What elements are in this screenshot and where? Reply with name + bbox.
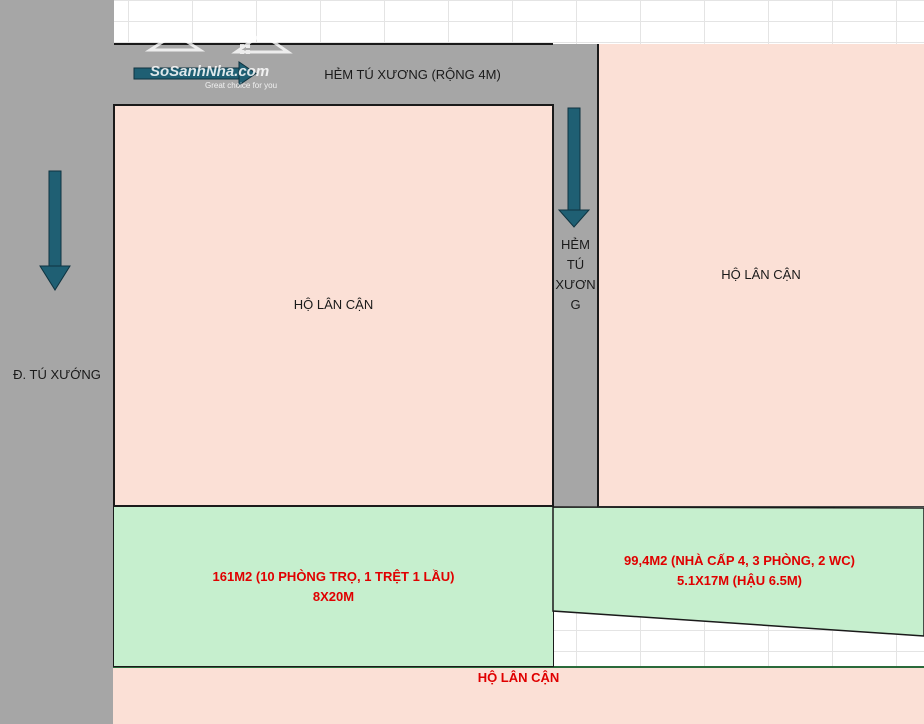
- main-road-label: Đ. TÚ XƯỚNG: [13, 367, 101, 382]
- side-alley-label-line: HẺM: [561, 237, 590, 252]
- side-alley-arrow: [557, 107, 591, 228]
- lot-left-dimensions: 8X20M: [312, 589, 355, 604]
- site-plan-canvas: SoSanhNha.com Great choice for you Đ. TÚ…: [0, 0, 924, 724]
- lot-right-area: 99,4M2 (NHÀ CẤP 4, 3 PHÒNG, 2 WC): [624, 553, 855, 568]
- top-alley-label: HẺM TÚ XƯƠNG (RỘNG 4M): [324, 67, 501, 82]
- lot-right-label: 99,4M2 (NHÀ CẤP 4, 3 PHÒNG, 2 WC) 5.1X17…: [555, 551, 924, 591]
- side-alley-label-line: G: [570, 297, 581, 312]
- site-plan-graphics: [39, 32, 924, 637]
- neighbor-right-label: HỘ LÂN CẬN: [721, 267, 801, 282]
- main-road-arrow: [39, 170, 71, 291]
- neighbor-left-label: HỘ LÂN CẬN: [293, 297, 374, 312]
- neighbor-bottom-label: HỘ LÂN CẬN: [477, 670, 560, 685]
- lot-right-dimensions: 5.1X17M (HẬU 6.5M): [677, 573, 802, 588]
- side-alley-label: HẺM TÚ XƯƠN G: [553, 235, 598, 315]
- watermark-brand: SoSanhNha.com: [150, 63, 270, 80]
- side-alley-label-line: TÚ: [566, 257, 585, 272]
- watermark-tagline: Great choice for you: [205, 81, 278, 90]
- lot-left-area: 161M2 (10 PHÒNG TRỌ, 1 TRỆT 1 LẦU): [212, 569, 455, 584]
- side-alley-label-line: XƯƠN: [555, 277, 596, 292]
- lot-left-label: 161M2 (10 PHÒNG TRỌ, 1 TRỆT 1 LẦU) 8X20M: [113, 567, 554, 607]
